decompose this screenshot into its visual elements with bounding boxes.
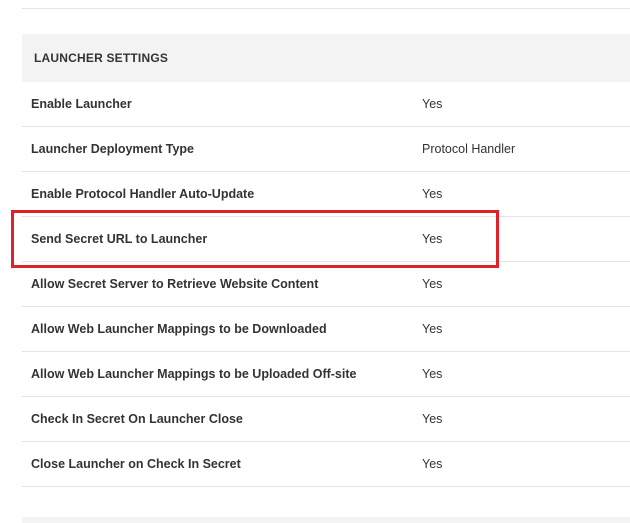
settings-row-launcher-deployment-type: Launcher Deployment Type Protocol Handle… <box>22 127 630 172</box>
setting-value: Yes <box>422 277 443 291</box>
setting-value: Yes <box>422 187 443 201</box>
setting-value: Yes <box>422 367 443 381</box>
settings-row-mappings-downloaded: Allow Web Launcher Mappings to be Downlo… <box>22 307 630 352</box>
setting-value: Yes <box>422 232 443 246</box>
setting-label: Close Launcher on Check In Secret <box>31 457 241 471</box>
settings-row-mappings-uploaded-offsite: Allow Web Launcher Mappings to be Upload… <box>22 352 630 397</box>
setting-value: Yes <box>422 97 443 111</box>
launcher-settings-section: LAUNCHER SETTINGS Enable Launcher Yes La… <box>22 34 630 487</box>
settings-row-retrieve-website-content: Allow Secret Server to Retrieve Website … <box>22 262 630 307</box>
setting-label: Enable Protocol Handler Auto-Update <box>31 187 255 201</box>
setting-label: Check In Secret On Launcher Close <box>31 412 243 426</box>
setting-label: Launcher Deployment Type <box>31 142 194 156</box>
setting-label: Allow Web Launcher Mappings to be Downlo… <box>31 322 327 336</box>
setting-value: Yes <box>422 457 443 471</box>
setting-label: Send Secret URL to Launcher <box>31 232 208 246</box>
section-title: LAUNCHER SETTINGS <box>34 51 169 65</box>
section-header: LAUNCHER SETTINGS <box>22 34 630 82</box>
settings-row-protocol-handler-auto-update: Enable Protocol Handler Auto-Update Yes <box>22 172 630 217</box>
settings-row-enable-launcher: Enable Launcher Yes <box>22 82 630 127</box>
setting-label: Allow Secret Server to Retrieve Website … <box>31 277 319 291</box>
setting-value: Protocol Handler <box>422 142 516 156</box>
setting-value: Yes <box>422 412 443 426</box>
settings-row-send-secret-url: Send Secret URL to Launcher Yes <box>22 217 630 262</box>
settings-row-close-on-check-in: Close Launcher on Check In Secret Yes <box>22 442 630 487</box>
top-divider <box>22 8 630 9</box>
setting-label: Enable Launcher <box>31 97 132 111</box>
settings-row-check-in-on-close: Check In Secret On Launcher Close Yes <box>22 397 630 442</box>
next-section-header <box>22 517 630 523</box>
setting-value: Yes <box>422 322 443 336</box>
setting-label: Allow Web Launcher Mappings to be Upload… <box>31 367 357 381</box>
